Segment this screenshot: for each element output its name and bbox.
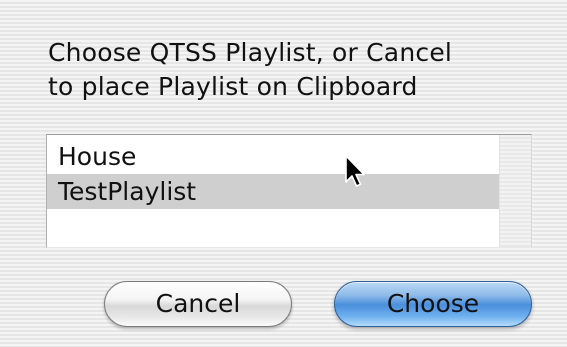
choose-button[interactable]: Choose [334,281,532,327]
arrow-cursor-icon [345,155,365,187]
listbox-scrollbar[interactable] [499,135,531,247]
list-item-house[interactable]: House [47,139,499,174]
prompt-line-1: Choose QTSS Playlist, or Cancel [48,38,453,67]
playlist-list: House TestPlaylist [47,135,499,247]
choose-playlist-dialog: Choose QTSS Playlist, or Cancel to place… [0,0,567,347]
playlist-listbox[interactable]: House TestPlaylist [46,134,532,248]
dialog-prompt: Choose QTSS Playlist, or Cancel to place… [48,36,548,104]
list-item-testplaylist[interactable]: TestPlaylist [47,174,499,209]
prompt-line-2: to place Playlist on Clipboard [48,72,418,101]
cancel-button[interactable]: Cancel [104,281,292,327]
